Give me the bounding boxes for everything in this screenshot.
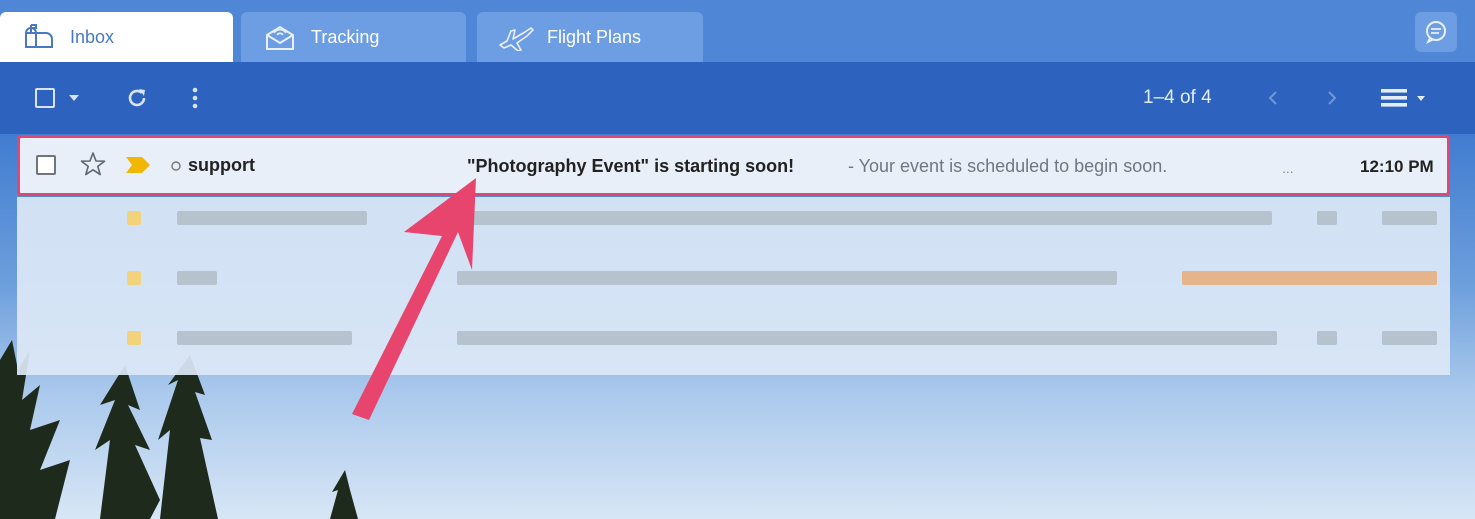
chat-button[interactable] [1415,12,1457,52]
tab-tracking[interactable]: Tracking [241,12,466,62]
refresh-icon[interactable] [122,84,152,112]
tab-flight-plans[interactable]: Flight Plans [477,12,703,62]
importance-marker-icon[interactable] [125,156,151,179]
mailbox-icon [20,22,58,52]
select-all-checkbox[interactable] [33,86,57,110]
message-subject: "Photography Event" is starting soon! [467,156,795,176]
pagination-text: 1–4 of 4 [1143,87,1212,108]
message-snippet: - Your event is scheduled to begin soon. [848,156,1168,176]
more-options-icon[interactable] [186,84,204,112]
tab-bar: Inbox Tracking Flight Plans [0,0,1475,62]
list-item[interactable] [17,331,1450,375]
tab-label: Inbox [70,26,115,47]
next-page-icon[interactable] [1321,86,1343,110]
tab-label: Tracking [311,26,380,47]
list-item[interactable] [17,271,1450,315]
tab-inbox[interactable]: Inbox [0,12,233,62]
message-sender: support [188,155,255,175]
chat-bubble-icon [1425,21,1446,44]
tracking-icon [261,22,299,52]
message-time: 12:10 PM [1360,157,1434,176]
row-checkbox[interactable] [36,155,56,175]
list-item[interactable] [17,211,1450,255]
tab-label: Flight Plans [547,26,642,47]
toolbar: 1–4 of 4 [0,62,1475,134]
message-more-ellipsis: ... [1282,160,1294,176]
message-row-selected[interactable]: support "Photography Event" is starting … [17,135,1450,196]
previous-page-icon[interactable] [1262,86,1284,110]
blurred-message-list [17,197,1450,375]
select-dropdown-icon[interactable] [66,90,82,106]
unread-dot-icon [170,159,182,177]
density-menu-icon[interactable] [1378,84,1430,112]
airplane-icon [497,22,535,52]
star-icon[interactable] [80,151,106,182]
